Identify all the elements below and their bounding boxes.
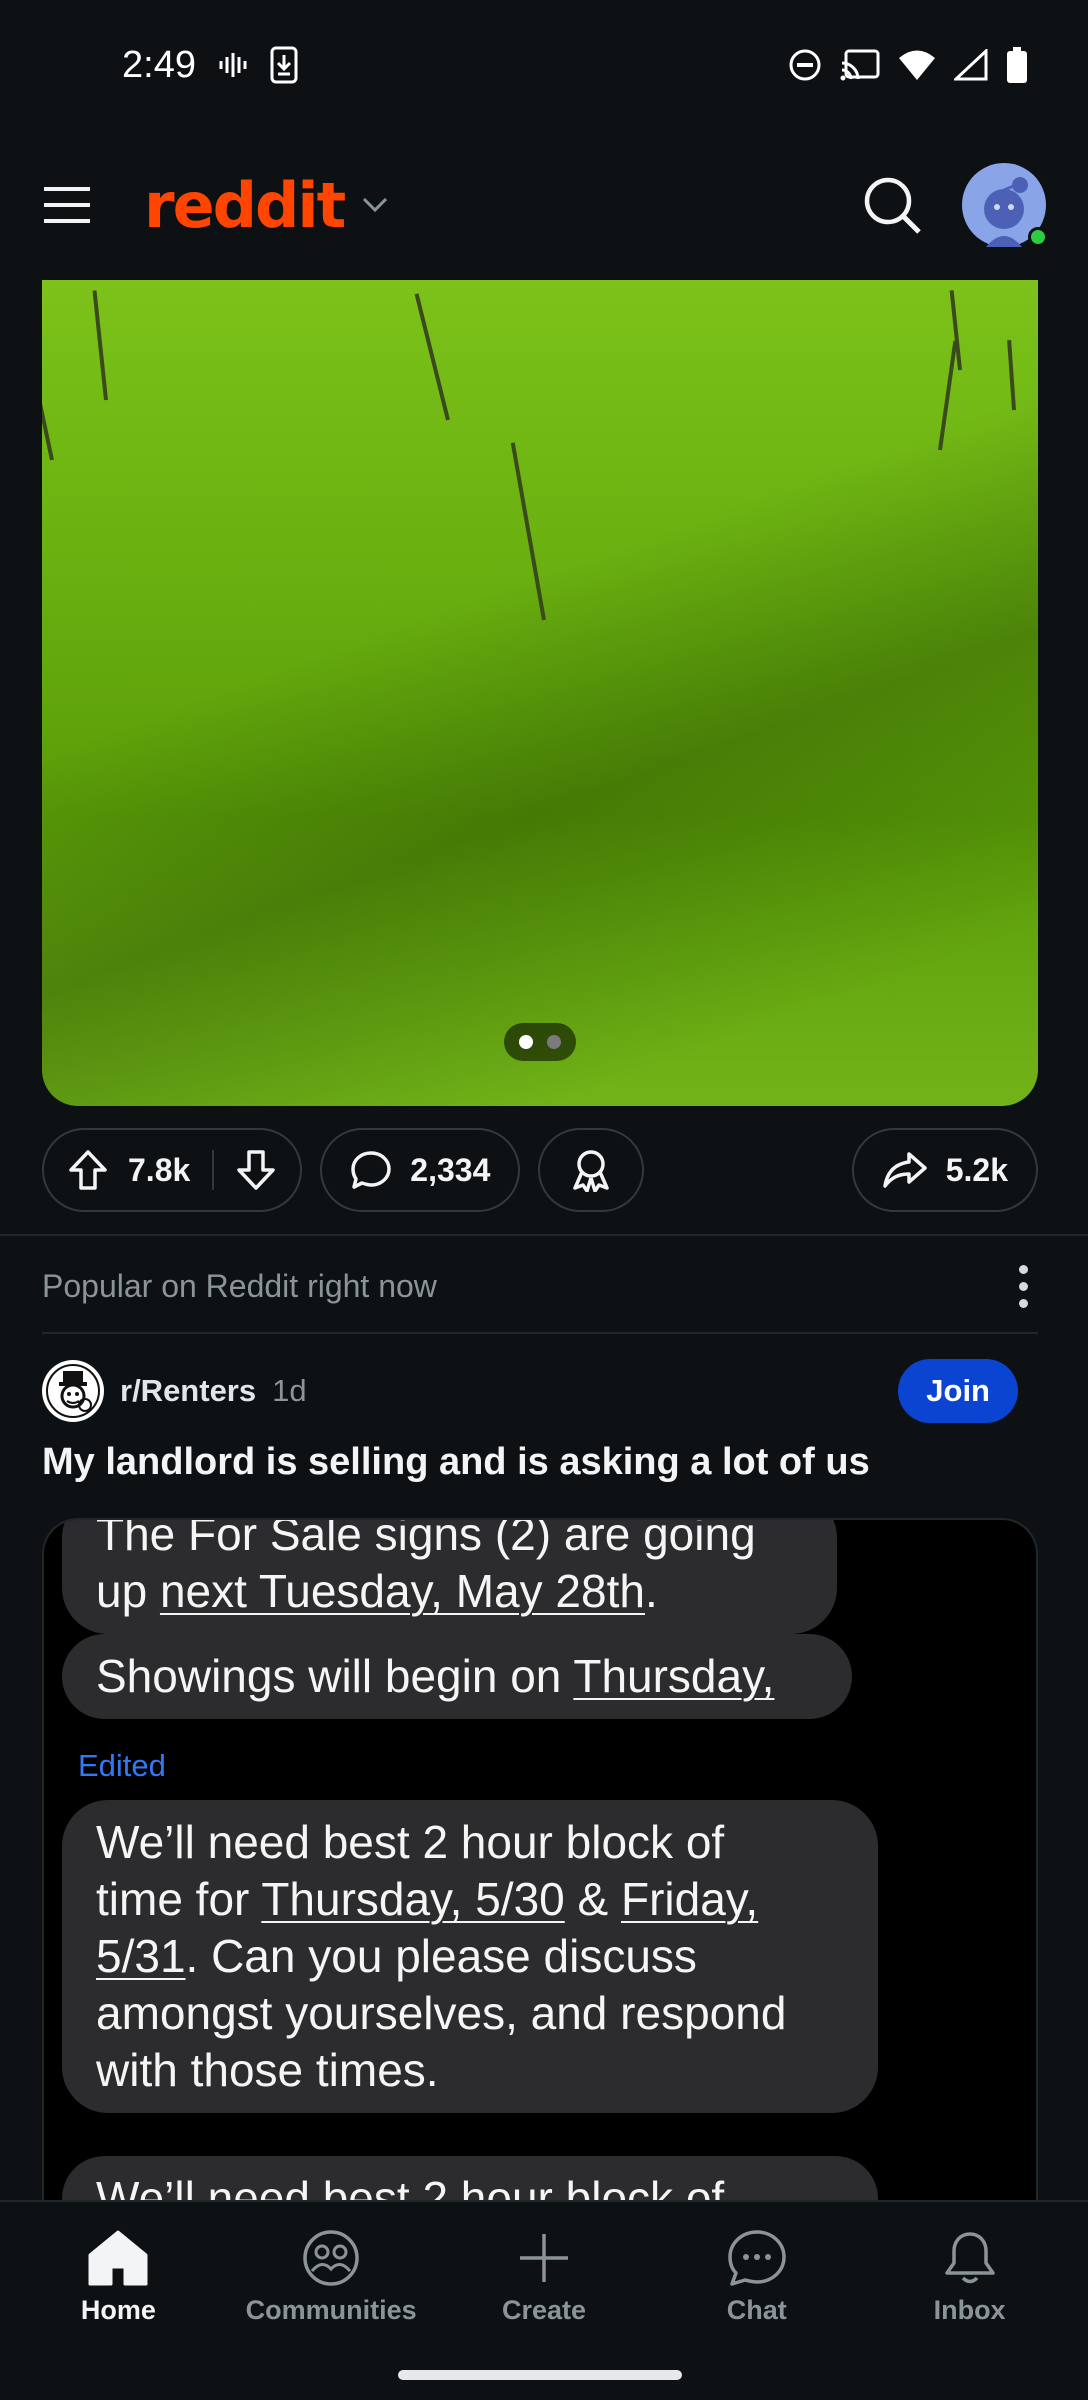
message-line: 5/31. Can you please discuss — [96, 1930, 697, 1982]
nav-label: Home — [80, 2294, 156, 2325]
upvote-icon[interactable] — [68, 1149, 108, 1191]
more-options-icon[interactable] — [1019, 1264, 1038, 1308]
bottom-nav: Home Communities Create Chat Inbox — [0, 2200, 1088, 2400]
feed-selector[interactable]: reddit — [144, 169, 388, 242]
nav-inbox[interactable]: Inbox — [863, 2229, 1076, 2326]
vote-divider — [212, 1150, 215, 1190]
award-icon — [570, 1148, 612, 1192]
post-media-screenshot[interactable]: The For Sale signs (2) are going up next… — [42, 1518, 1038, 2202]
vibrate-icon — [218, 50, 248, 80]
feed-post-meta: r/Renters 1d Join — [42, 1356, 1038, 1426]
subreddit-icon[interactable] — [42, 1360, 104, 1422]
carousel-dot — [547, 1035, 561, 1049]
share-count: 5.2k — [945, 1151, 1008, 1188]
nav-label: Communities — [245, 2294, 417, 2325]
nav-home[interactable]: Home — [12, 2229, 225, 2326]
search-icon[interactable] — [862, 175, 922, 235]
plus-icon — [515, 2229, 573, 2287]
nav-label: Create — [501, 2294, 587, 2325]
grass-blade — [510, 442, 546, 621]
status-time: 2:49 — [122, 43, 196, 86]
cast-icon — [840, 49, 880, 81]
download-notification-icon — [270, 46, 298, 84]
status-bar: 2:49 — [0, 0, 1088, 130]
battery-icon — [1006, 47, 1028, 83]
downvote-icon[interactable] — [236, 1149, 276, 1191]
grass-blade — [938, 340, 958, 451]
comments-button[interactable]: 2,334 — [320, 1128, 521, 1212]
home-indicator[interactable] — [398, 2370, 682, 2380]
app-header: reddit — [0, 130, 1088, 280]
edited-label: Edited — [78, 1748, 166, 1783]
message-line: time for Thursday, 5/30 & Friday, — [96, 1873, 759, 1925]
online-indicator — [1028, 227, 1048, 247]
carousel-indicator — [504, 1023, 576, 1061]
post-title[interactable]: My landlord is selling and is asking a l… — [42, 1440, 1038, 1486]
menu-icon[interactable] — [42, 185, 92, 225]
do-not-disturb-icon — [788, 48, 822, 82]
message-bubble: We’ll need best 2 hour block of time for… — [62, 1800, 878, 2113]
wifi-icon — [898, 49, 936, 81]
share-button[interactable]: 5.2k — [851, 1128, 1038, 1212]
chevron-down-icon — [362, 197, 388, 213]
grass-blade — [42, 322, 54, 461]
message-line: We’ll need best 2 hour block of — [96, 1816, 725, 1868]
message-line: up next Tuesday, May 28th. — [96, 1565, 658, 1617]
post-action-bar: 7.8k 2,334 5.2k — [42, 1128, 1038, 1212]
home-icon — [87, 2229, 149, 2287]
award-button[interactable] — [538, 1128, 645, 1212]
comment-count: 2,334 — [410, 1151, 491, 1188]
upvote-count: 7.8k — [128, 1151, 191, 1188]
comment-icon — [350, 1150, 392, 1190]
nav-communities[interactable]: Communities — [225, 2229, 438, 2326]
section-divider — [42, 1332, 1038, 1334]
section-title: Popular on Reddit right now — [42, 1267, 437, 1304]
message-line: amongst yourselves, and respond — [96, 1987, 787, 2039]
post-image[interactable] — [42, 280, 1038, 1106]
share-icon — [882, 1151, 928, 1189]
message-line: The For Sale signs (2) are going — [96, 1518, 756, 1560]
section-header: Popular on Reddit right now — [42, 1236, 1038, 1336]
chat-icon — [727, 2229, 787, 2287]
bell-icon — [941, 2229, 999, 2287]
nav-chat[interactable]: Chat — [650, 2229, 863, 2326]
message-bubble: We’ll need best 2 hour block of — [62, 2156, 878, 2202]
message-line: with those times. — [96, 2044, 439, 2096]
grass-blade — [1007, 340, 1016, 411]
join-button[interactable]: Join — [898, 1359, 1018, 1423]
grass-blade — [92, 290, 108, 401]
nav-label: Chat — [726, 2294, 787, 2325]
grass-blade — [414, 293, 450, 421]
avatar[interactable] — [962, 163, 1048, 247]
nav-label: Inbox — [933, 2294, 1006, 2325]
nav-create[interactable]: Create — [438, 2229, 651, 2326]
cell-signal-icon — [954, 49, 988, 81]
carousel-dot-active — [519, 1035, 533, 1049]
vote-control: 7.8k — [42, 1128, 303, 1212]
communities-icon — [301, 2229, 361, 2287]
post-age: 1d — [272, 1373, 307, 1408]
message-line: Showings will begin on Thursday, — [96, 1650, 775, 1702]
message-line: We’ll need best 2 hour block of — [96, 2172, 725, 2202]
message-bubble: The For Sale signs (2) are going up next… — [62, 1518, 837, 1634]
message-bubble: Showings will begin on Thursday, — [62, 1634, 852, 1719]
subreddit-name[interactable]: r/Renters — [120, 1373, 256, 1409]
reddit-logo: reddit — [144, 168, 346, 242]
